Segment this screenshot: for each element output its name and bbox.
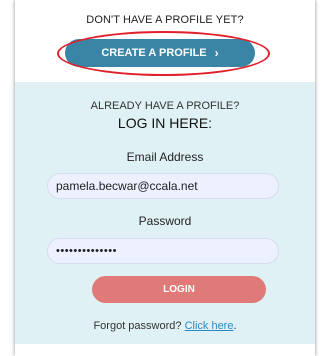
forgot-password-label: Forgot password? — [93, 320, 182, 332]
login-panel: ALREADY HAVE A PROFILE? LOG IN HERE: Ema… — [15, 82, 315, 344]
signup-prompt: DON'T HAVE A PROFILE YET? — [86, 14, 244, 26]
forgot-password-period: . — [233, 320, 237, 332]
login-card: DON'T HAVE A PROFILE YET? CREATE A PROFI… — [15, 0, 315, 356]
signup-section: DON'T HAVE A PROFILE YET? CREATE A PROFI… — [15, 0, 315, 80]
highlight-ellipse — [57, 31, 270, 76]
forgot-password-text: Forgot password? Click here. — [15, 320, 315, 332]
login-heading: LOG IN HERE: — [117, 115, 213, 131]
password-field[interactable]: •••••••••••••• — [47, 238, 279, 264]
email-label: Email Address — [126, 150, 204, 164]
login-button[interactable]: LOGIN — [92, 276, 266, 303]
forgot-password-link[interactable]: Click here — [185, 320, 234, 332]
password-label: Password — [138, 214, 192, 228]
already-have-profile-text: ALREADY HAVE A PROFILE? — [90, 100, 240, 112]
email-field[interactable]: pamela.becwar@ccala.net — [47, 173, 279, 199]
